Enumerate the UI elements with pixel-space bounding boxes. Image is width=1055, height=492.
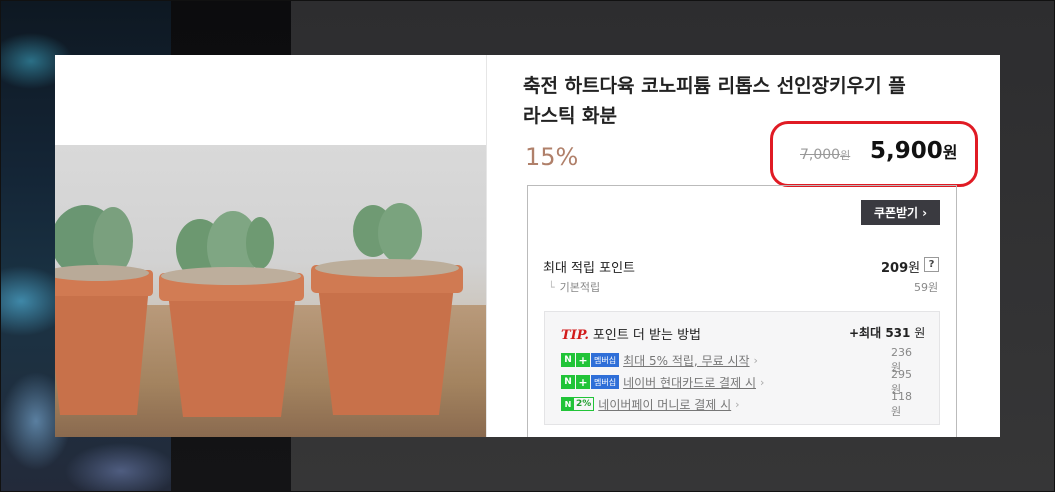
- tip-row-amount: 118원: [891, 389, 912, 418]
- tip-max-unit: 원: [910, 326, 926, 340]
- tree-branch-icon: └: [548, 281, 555, 294]
- naver-n-icon: N: [561, 375, 575, 389]
- chevron-right-icon: ›: [735, 397, 740, 411]
- base-points-label: └ 기본적립: [548, 279, 600, 295]
- tip-row-text[interactable]: 네이버페이 머니로 결제 시: [598, 396, 731, 413]
- sale-price-unit: 원: [942, 143, 958, 162]
- tip-heading: TIP. 포인트 더 받는 방법: [561, 324, 701, 343]
- chevron-right-icon: ›: [759, 375, 765, 389]
- membership-badge: 멤버십: [591, 375, 620, 389]
- naver-n-icon: N: [562, 398, 574, 410]
- tip-row-text[interactable]: 최대 5% 적립, 무료 시작: [623, 352, 749, 369]
- pot-right: [311, 203, 463, 415]
- pot-center: [159, 211, 304, 417]
- original-price-value: 7,000: [800, 147, 841, 163]
- succulent-pots-illustration: [55, 203, 463, 417]
- naver-n-icon: N: [561, 353, 575, 367]
- product-card: 축전 하트다육 코노피튬 리톱스 선인장키우기 플 라스틱 화분 15% 7,0…: [55, 55, 1000, 437]
- base-points-value: 59원: [914, 281, 939, 294]
- tip-row-naverpay-money[interactable]: N 2% 네이버페이 머니로 결제 시 › 118원: [561, 390, 921, 418]
- max-points-value: 209원: [881, 257, 920, 276]
- max-points-unit: 원: [908, 261, 921, 276]
- max-points-number: 209: [881, 261, 909, 276]
- discount-rate: 15%: [525, 143, 579, 171]
- column-divider: [486, 55, 487, 437]
- tip-heading-text: 포인트 더 받는 방법: [592, 328, 701, 343]
- tip-row-hyundai-card[interactable]: N + 멤버십 네이버 현대카드로 결제 시 › 295원: [561, 368, 921, 396]
- percent-text: 2%: [576, 399, 592, 409]
- question-icon[interactable]: ?: [924, 257, 939, 272]
- tip-label: TIP.: [561, 328, 589, 343]
- sale-price-value: 5,900: [870, 138, 943, 164]
- chevron-right-icon: ›: [753, 353, 758, 367]
- product-title-line1: 축전 하트다육 코노피튬 리톱스 선인장키우기 플: [523, 75, 906, 97]
- membership-badge: 멤버십: [591, 353, 620, 367]
- chevron-right-icon: ›: [922, 205, 928, 220]
- plus-icon: +: [576, 375, 590, 389]
- naverpay-percent-badge: N 2%: [561, 397, 595, 411]
- plus-icon: +: [576, 353, 590, 367]
- coupon-button[interactable]: 쿠폰받기 ›: [861, 200, 940, 225]
- coupon-button-label: 쿠폰받기: [873, 206, 919, 220]
- base-points-text: 기본적립: [559, 281, 601, 294]
- product-image[interactable]: [55, 145, 486, 437]
- original-price: 7,000원: [800, 147, 850, 163]
- original-price-unit: 원: [840, 149, 851, 162]
- tip-row-text[interactable]: 네이버 현대카드로 결제 시: [623, 374, 756, 391]
- pot-left: [55, 205, 153, 415]
- tip-max-number: 531: [885, 326, 911, 340]
- max-points-label: 최대 적립 포인트: [543, 261, 635, 276]
- tip-max-prefix: +최대: [849, 326, 886, 340]
- tip-row-membership[interactable]: N + 멤버십 최대 5% 적립, 무료 시작 › 236원: [561, 346, 921, 374]
- sale-price: 5,900원: [870, 138, 958, 164]
- tip-max-points: +최대 531 원: [849, 324, 925, 341]
